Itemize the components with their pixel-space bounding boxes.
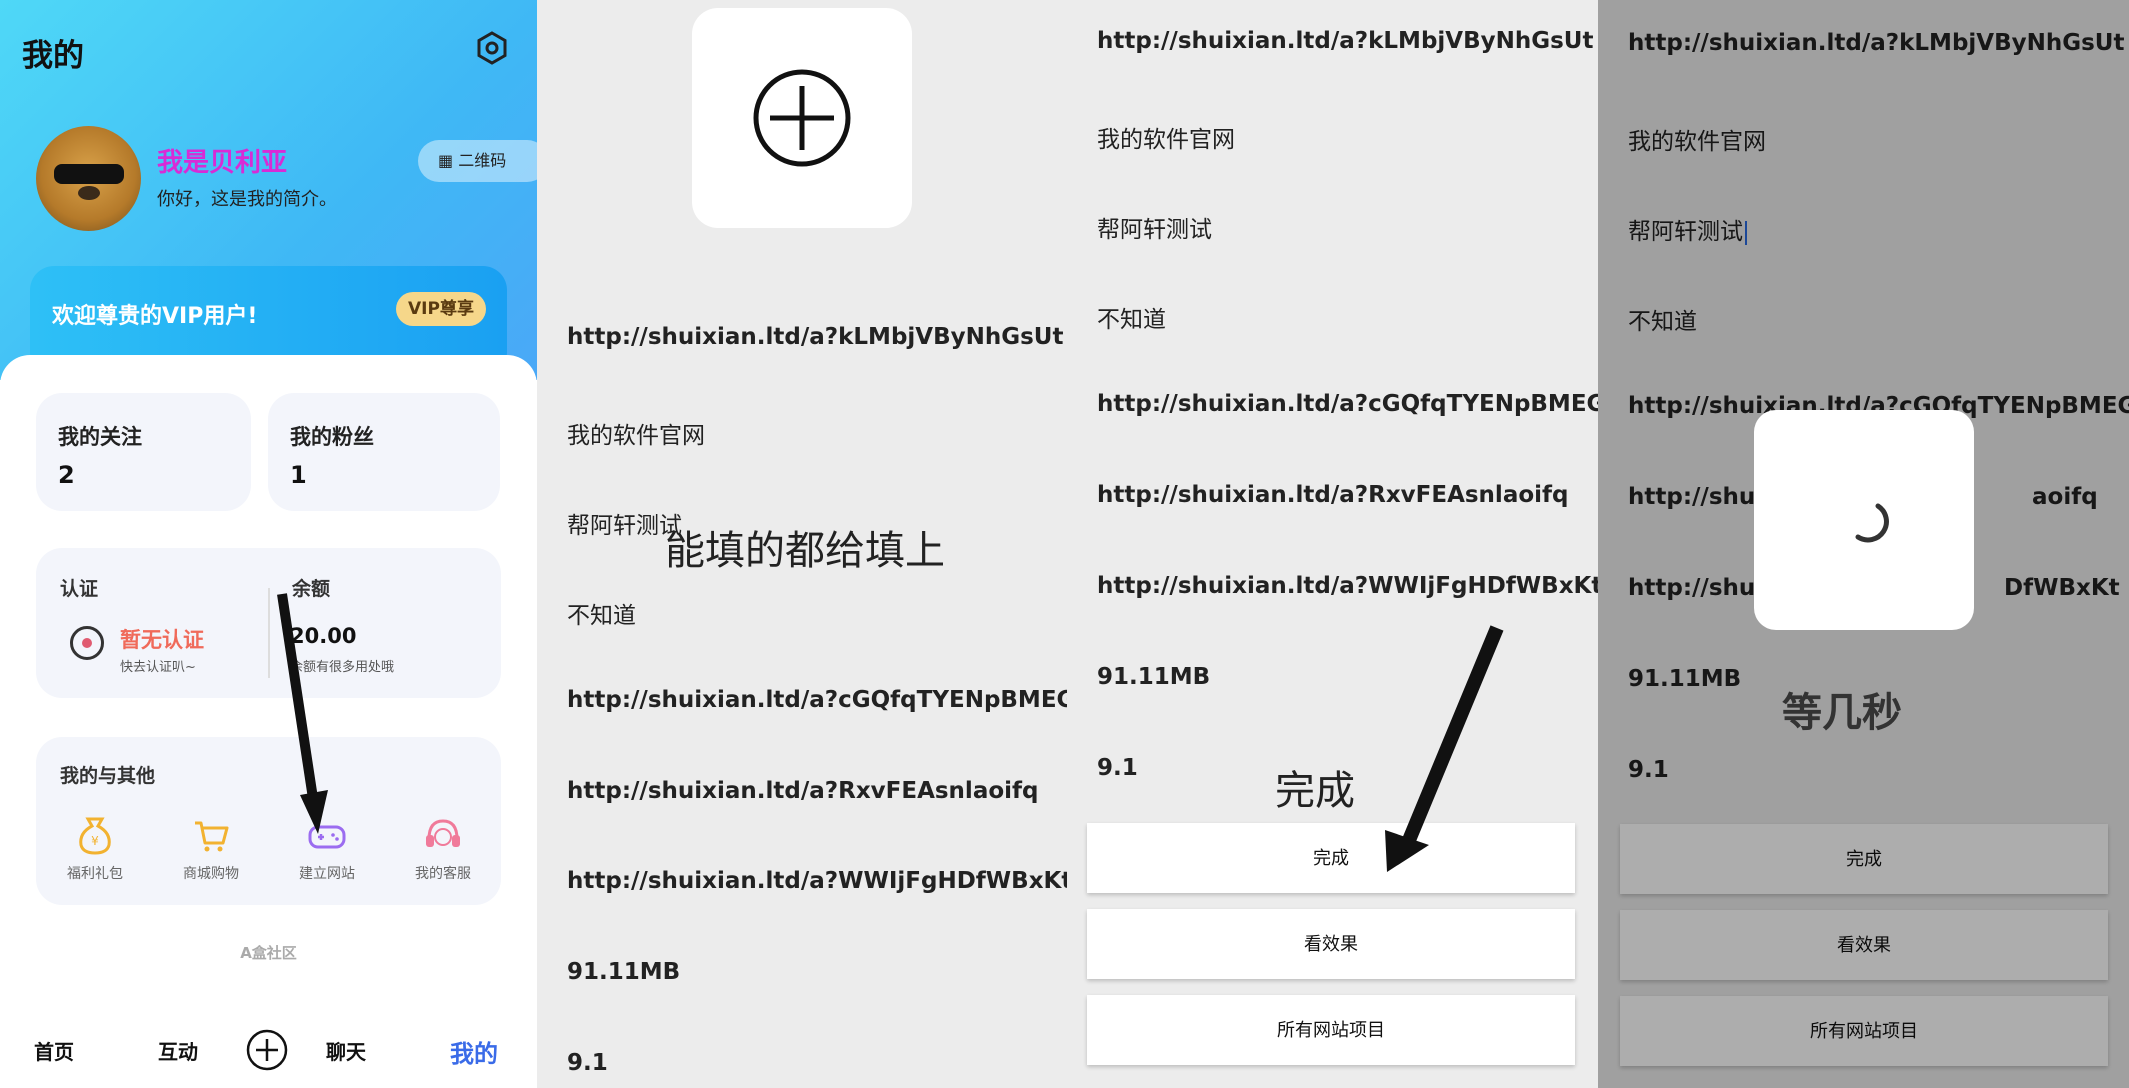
badge-icon [70, 626, 104, 660]
tab-interact[interactable]: 互动 [158, 1036, 198, 1065]
form-field-url-2[interactable]: http://shuixian.ltd/a?cGQfqTYENpBMEG [567, 687, 1067, 713]
add-tab-icon[interactable] [246, 1029, 288, 1071]
welfare-gift-label: 福利礼包 [67, 866, 123, 882]
svg-text:¥: ¥ [91, 834, 99, 848]
spinner-icon [1855, 503, 1889, 543]
others-card: 我的与其他 ¥ 福利礼包 商城购物 建立网站 我的客服 [36, 737, 501, 905]
cart-icon [195, 821, 229, 852]
annotation-arrow [277, 593, 328, 834]
headset-icon [426, 819, 460, 847]
welfare-gift-item[interactable]: ¥ 福利礼包 [40, 813, 150, 883]
shop-item[interactable]: 商城购物 [156, 813, 266, 883]
form-field-desc[interactable]: 帮阿轩测试 [1097, 210, 1212, 244]
form-field-url-4[interactable]: http://shuixian.ltd/a?WWIjFgHDfWBxKt [1097, 573, 1598, 599]
form-screen-loading: http://shuixian.ltd/a?kLMbjVByNhGsUt 我的软… [1598, 0, 2129, 1088]
form-field-name[interactable]: 我的软件官网 [567, 416, 705, 450]
form-field-url-4[interactable]: http://shuixian.ltd/a?WWIjFgHDfWBxKt [567, 868, 1067, 894]
page-title: 我的 [22, 38, 84, 74]
brand-footer: A盒社区 [240, 944, 297, 962]
following-card[interactable]: 我的关注 2 [36, 393, 251, 511]
form-field-name[interactable]: 我的软件官网 [1097, 120, 1235, 154]
loading-dialog [1754, 410, 1974, 630]
customer-service-label: 我的客服 [415, 866, 471, 882]
profile-screen: 我的 我是贝利亚 你好，这是我的简介。 ▦ 二维码 欢迎尊贵的VIP用户! VI… [0, 0, 537, 1088]
form-field-url-1[interactable]: http://shuixian.ltd/a?kLMbjVByNhGsUt [1097, 28, 1593, 54]
settings-icon[interactable] [474, 30, 510, 66]
customer-service-item[interactable]: 我的客服 [388, 813, 498, 883]
annotation-text: 能填的都给填上 [665, 528, 945, 574]
followers-count: 1 [290, 461, 307, 489]
vip-welcome-text: 欢迎尊贵的VIP用户! [52, 304, 258, 329]
plus-circle-icon [753, 69, 851, 167]
tab-chat[interactable]: 聊天 [326, 1036, 366, 1065]
tab-mine[interactable]: 我的 [450, 1034, 498, 1069]
all-projects-button[interactable]: 所有网站项目 [1087, 995, 1575, 1065]
form-field-url-3[interactable]: http://shuixian.ltd/a?RxvFEAsnlaoifq [1097, 482, 1569, 508]
form-field-url-3[interactable]: http://shuixian.ltd/a?RxvFEAsnlaoifq [567, 778, 1039, 804]
form-screen-done: http://shuixian.ltd/a?kLMbjVByNhGsUt 我的软… [1067, 0, 1598, 1088]
form-field-notes[interactable]: 不知道 [567, 596, 636, 630]
form-field-url-1[interactable]: http://shuixian.ltd/a?kLMbjVByNhGsUt [567, 324, 1063, 350]
form-field-size[interactable]: 91.11MB [567, 959, 680, 985]
following-count: 2 [58, 461, 75, 489]
form-field-version[interactable]: 9.1 [567, 1050, 608, 1076]
followers-card[interactable]: 我的粉丝 1 [268, 393, 500, 511]
build-website-label: 建立网站 [299, 866, 355, 882]
form-field-notes[interactable]: 不知道 [1097, 300, 1166, 334]
form-field-size[interactable]: 91.11MB [1097, 664, 1210, 690]
others-title: 我的与其他 [60, 765, 156, 787]
vip-badge-button[interactable]: VIP尊享 [396, 292, 486, 326]
auth-balance-card: 认证 暂无认证 快去认证叭~ 余额 20.00 余额有很多用处哦 [36, 548, 501, 698]
form-screen-input: http://shuixian.ltd/a?kLMbjVByNhGsUt 我的软… [537, 0, 1067, 1088]
annotation-text: 完成 [1275, 768, 1355, 814]
annotation-arrow [1385, 625, 1504, 872]
username: 我是贝利亚 [157, 148, 288, 178]
preview-button[interactable]: 看效果 [1087, 909, 1575, 979]
user-bio: 你好，这是我的简介。 [157, 189, 337, 210]
following-label: 我的关注 [58, 425, 142, 449]
money-bag-icon: ¥ [79, 817, 111, 855]
followers-label: 我的粉丝 [290, 425, 374, 449]
auth-hint: 快去认证叭~ [120, 660, 196, 675]
upload-icon-button[interactable] [692, 8, 912, 228]
auth-label: 认证 [60, 578, 99, 600]
form-field-version[interactable]: 9.1 [1097, 755, 1138, 781]
qr-code-button[interactable]: ▦ 二维码 [418, 140, 537, 182]
annotation-text: 等几秒 [1782, 690, 1902, 736]
form-field-url-2[interactable]: http://shuixian.ltd/a?cGQfqTYENpBMEG [1097, 391, 1598, 417]
shop-label: 商城购物 [183, 866, 239, 882]
avatar[interactable] [36, 126, 141, 231]
tab-home[interactable]: 首页 [34, 1036, 74, 1065]
auth-status[interactable]: 暂无认证 [120, 624, 204, 654]
